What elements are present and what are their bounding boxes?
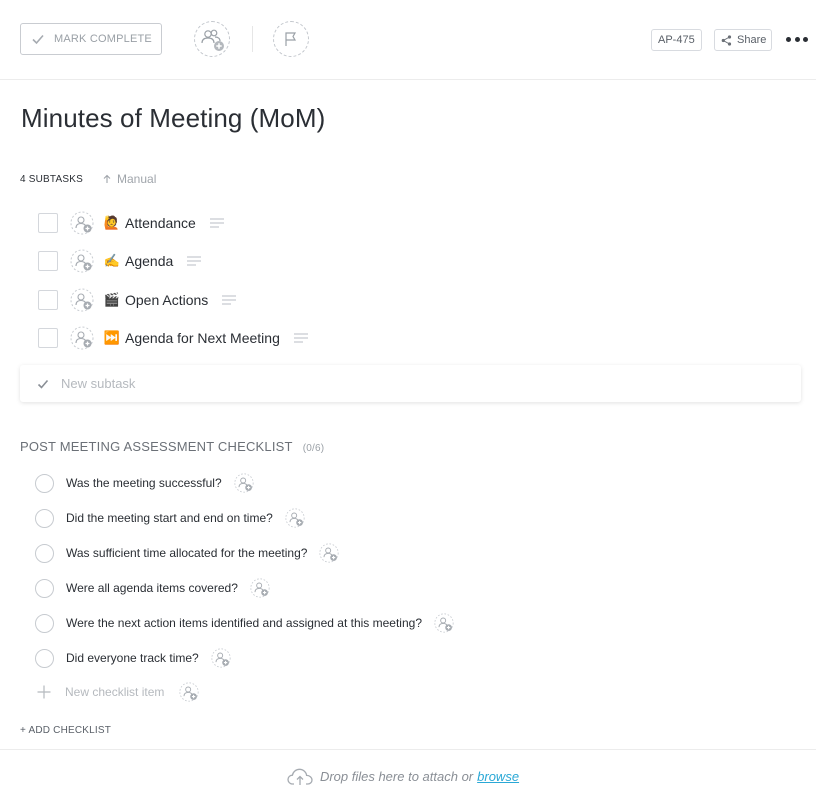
new-checklist-item-row [37, 681, 199, 703]
checklist-item[interactable]: Were the next action items identified an… [35, 612, 454, 634]
assign-users-button[interactable] [194, 21, 230, 57]
checklist-item-checkbox[interactable] [35, 473, 54, 493]
flag-icon [285, 32, 297, 46]
priority-flag-button[interactable] [273, 21, 309, 57]
assign-user-icon[interactable] [285, 508, 305, 528]
arrow-up-icon [103, 174, 111, 183]
subtask-name[interactable]: Attendance [125, 215, 196, 231]
subtask-row[interactable]: ✍️ Agenda [38, 249, 202, 273]
checklist-item-text[interactable]: Was the meeting successful? [66, 476, 222, 490]
add-users-icon [201, 29, 224, 51]
checklist-item-text[interactable]: Were all agenda items covered? [66, 581, 238, 595]
new-checklist-item-input[interactable] [65, 685, 177, 699]
share-icon [721, 34, 732, 46]
checklist-item[interactable]: Was the meeting successful? [35, 472, 254, 494]
assign-user-icon[interactable] [234, 473, 254, 493]
subtask-checkbox[interactable] [38, 251, 58, 271]
more-options-button[interactable] [786, 32, 808, 46]
add-checklist-button[interactable]: + ADD CHECKLIST [20, 725, 111, 736]
checklist-progress: (0/6) [302, 443, 325, 454]
task-title[interactable]: Minutes of Meeting (MoM) [21, 103, 325, 134]
attachment-dropzone[interactable]: Drop files here to attach or browse [0, 749, 816, 803]
task-id-badge[interactable]: AP-475 [651, 29, 702, 51]
task-toolbar: MARK COMPLETE AP-475 Share [0, 0, 816, 80]
checklist-item-text[interactable]: Was sufficient time allocated for the me… [66, 546, 307, 560]
mark-complete-button[interactable]: MARK COMPLETE [20, 23, 162, 55]
share-button[interactable]: Share [714, 29, 772, 51]
subtask-emoji: ⏭️ [103, 330, 121, 345]
subtasks-count: 4 SUBTASKS [20, 174, 83, 185]
subtask-row[interactable]: 🙋 Attendance [38, 211, 224, 235]
subtask-checkbox[interactable] [38, 213, 58, 233]
description-icon [293, 333, 308, 343]
cloud-upload-icon [287, 768, 313, 785]
new-subtask-row [20, 365, 801, 402]
description-icon [187, 256, 202, 266]
sort-label: Manual [117, 172, 157, 186]
description-icon [209, 218, 224, 228]
assign-user-icon[interactable] [179, 682, 199, 702]
assign-user-icon[interactable] [70, 249, 94, 273]
drop-text: Drop files here to attach or [319, 769, 474, 784]
checklist-item-checkbox[interactable] [35, 578, 54, 598]
sort-manual-button[interactable]: Manual [103, 172, 156, 186]
checklist-item[interactable]: Did everyone track time? [35, 647, 231, 669]
checklist-item[interactable]: Did the meeting start and end on time? [35, 507, 305, 529]
subtask-name[interactable]: Agenda for Next Meeting [125, 330, 280, 346]
subtask-name[interactable]: Agenda [125, 253, 173, 269]
subtask-row[interactable]: 🎬 Open Actions [38, 288, 237, 312]
checklist-item-text[interactable]: Did the meeting start and end on time? [66, 511, 273, 525]
checklist-item[interactable]: Were all agenda items covered? [35, 577, 270, 599]
checkmark-icon [32, 34, 44, 45]
toolbar-divider [252, 26, 253, 52]
subtask-checkbox[interactable] [38, 290, 58, 310]
assign-user-icon[interactable] [319, 543, 340, 563]
checklist-item-checkbox[interactable] [35, 508, 54, 528]
assign-user-icon[interactable] [250, 578, 270, 598]
assign-user-icon[interactable] [70, 326, 94, 350]
subtask-emoji: 🙋 [103, 215, 121, 230]
assign-user-icon[interactable] [70, 288, 94, 312]
checklist-item[interactable]: Was sufficient time allocated for the me… [35, 542, 340, 564]
checklist-title[interactable]: POST MEETING ASSESSMENT CHECKLIST [20, 439, 293, 454]
subtask-checkbox[interactable] [38, 328, 58, 348]
checklist-item-checkbox[interactable] [35, 543, 54, 563]
subtask-emoji: ✍️ [103, 253, 121, 268]
assign-user-icon[interactable] [70, 211, 94, 235]
plus-icon [37, 685, 51, 699]
mark-complete-label: MARK COMPLETE [54, 33, 152, 45]
share-label: Share [737, 34, 767, 46]
checklist-item-checkbox[interactable] [35, 648, 54, 668]
assign-user-icon[interactable] [211, 648, 231, 668]
checklist-item-text[interactable]: Did everyone track time? [66, 651, 199, 665]
more-dots-icon [786, 36, 791, 42]
description-icon [222, 295, 237, 305]
checklist-item-checkbox[interactable] [35, 613, 54, 633]
dropzone-content: Drop files here to attach or browse [287, 768, 519, 786]
checklist-header[interactable]: POST MEETING ASSESSMENT CHECKLIST (0/6) [20, 439, 324, 454]
subtask-row[interactable]: ⏭️ Agenda for Next Meeting [38, 326, 308, 350]
checkmark-icon [37, 379, 49, 389]
assign-user-icon[interactable] [434, 613, 454, 633]
browse-link[interactable]: browse [477, 769, 519, 784]
checklist-item-text[interactable]: Were the next action items identified an… [66, 616, 422, 630]
subtask-name[interactable]: Open Actions [125, 292, 208, 308]
subtask-emoji: 🎬 [103, 292, 121, 307]
new-subtask-input[interactable] [61, 376, 661, 391]
